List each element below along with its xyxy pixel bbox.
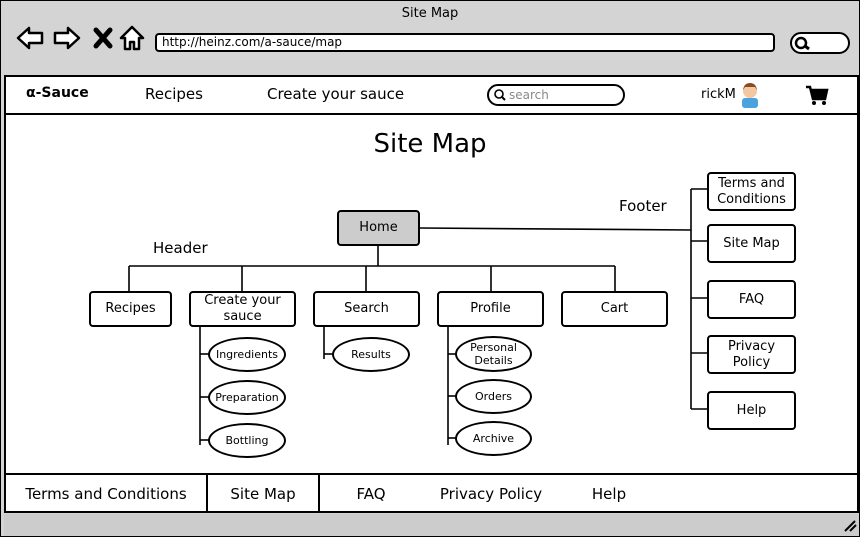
node-help: Help (707, 391, 796, 430)
node-privacy-policy: Privacy Policy (707, 335, 796, 374)
node-recipes: Recipes (89, 291, 172, 327)
node-faq: FAQ (707, 280, 796, 319)
footer-tab-privacy[interactable]: Privacy Policy (436, 475, 546, 511)
node-site-map: Site Map (707, 224, 796, 263)
sitemap-connectors (128, 188, 708, 445)
footer-tab-site-map[interactable]: Site Map (208, 475, 320, 511)
node-bottling: Bottling (208, 423, 286, 458)
footer-tab-help[interactable]: Help (581, 475, 637, 511)
node-search: Search (313, 291, 420, 327)
footer-tab-faq[interactable]: FAQ (339, 475, 403, 511)
node-preparation: Preparation (208, 380, 286, 415)
node-ingredients: Ingredients (208, 337, 286, 372)
footer-tab-bar: Terms and Conditions Site Map FAQ Privac… (4, 473, 859, 513)
node-archive: Archive (455, 421, 532, 456)
node-create-your-sauce: Create your sauce (189, 291, 296, 327)
resize-grip-icon[interactable] (841, 518, 857, 532)
status-bar (4, 514, 859, 536)
node-orders: Orders (455, 379, 532, 414)
node-personal-details: Personal Details (455, 336, 532, 372)
node-terms-and-conditions: Terms and Conditions (707, 172, 796, 211)
footer-tab-terms[interactable]: Terms and Conditions (6, 475, 208, 511)
node-results: Results (332, 337, 410, 372)
node-home: Home (337, 210, 420, 246)
node-profile: Profile (437, 291, 544, 327)
node-cart: Cart (561, 291, 668, 327)
browser-window: Site Map http://heinz.com/a-sauce/map α-… (0, 0, 860, 537)
